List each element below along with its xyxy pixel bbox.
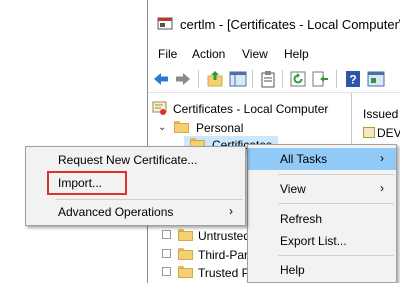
window-title: certlm - [Certificates - Local Computer\ [180, 17, 400, 32]
menu-separator [278, 255, 394, 256]
menu-file[interactable]: File [158, 47, 177, 61]
menu-separator [278, 203, 394, 204]
folder-icon [178, 248, 193, 260]
menu-bar: File Action View Help [148, 40, 400, 66]
menu-item-advanced-operations[interactable]: Advanced Operations › [26, 201, 245, 223]
title-bar[interactable]: certlm - [Certificates - Local Computer\ [148, 0, 400, 40]
annotation-highlight-box [47, 171, 127, 195]
all-tasks-submenu: Request New Certificate... Import... Adv… [25, 146, 246, 226]
toolbar: ? [148, 66, 400, 93]
tree-label-third-party: Third-Par [198, 248, 249, 262]
menu-item-view[interactable]: View › [248, 178, 396, 200]
back-arrow-icon[interactable] [152, 70, 170, 88]
folder-up-icon[interactable] [206, 70, 224, 88]
menu-separator [56, 199, 243, 200]
menu-item-export-list[interactable]: Export List... [248, 230, 396, 252]
menu-item-label: Export List... [280, 234, 347, 248]
menu-item-all-tasks[interactable]: All Tasks › [248, 148, 396, 170]
tree-label-root: Certificates - Local Computer [173, 102, 329, 116]
menu-item-label: Help [280, 263, 305, 277]
toolbar-separator [336, 70, 337, 88]
menu-item-request-new-certificate[interactable]: Request New Certificate... [26, 149, 245, 171]
menu-view[interactable]: View [242, 47, 268, 61]
toolbar-separator [282, 70, 283, 88]
column-header-issued-to[interactable]: Issued T [363, 107, 400, 121]
app-icon [157, 17, 173, 30]
export-icon[interactable] [311, 70, 329, 88]
forward-arrow-icon[interactable] [174, 70, 192, 88]
menu-item-label: Advanced Operations [58, 205, 174, 219]
chevron-right-icon: › [380, 181, 384, 195]
tree-label-trusted-people: Trusted P [198, 266, 250, 280]
refresh-icon[interactable] [289, 70, 307, 88]
certificate-icon [152, 101, 167, 115]
tree-label-untrusted: Untrusted [198, 229, 251, 243]
folder-icon [178, 266, 193, 278]
toolbar-separator [252, 70, 253, 88]
chevron-right-icon: › [229, 204, 233, 218]
toolbar-separator [198, 70, 199, 88]
properties-icon[interactable] [367, 70, 385, 88]
chevron-down-icon[interactable]: ⌄ [158, 122, 166, 133]
menu-item-label: Request New Certificate... [58, 153, 198, 167]
show-hide-tree-icon[interactable] [229, 70, 247, 88]
menu-action[interactable]: Action [192, 47, 225, 61]
clipboard-icon[interactable] [259, 70, 277, 88]
chevron-right-icon: › [380, 151, 384, 165]
svg-text:?: ? [349, 73, 356, 87]
chevron-right-icon[interactable] [162, 267, 171, 276]
tree-label-personal: Personal [196, 121, 244, 135]
help-icon[interactable]: ? [344, 70, 362, 88]
certificate-icon [363, 127, 375, 138]
menu-item-label: All Tasks [280, 152, 328, 166]
list-item[interactable]: DEV [363, 126, 400, 140]
menu-item-label: View [280, 182, 306, 196]
folder-icon [174, 121, 189, 133]
chevron-right-icon[interactable] [162, 230, 171, 239]
menu-item-help[interactable]: Help [248, 259, 396, 281]
context-menu: All Tasks › View › Refresh Export List..… [247, 144, 397, 283]
chevron-right-icon[interactable] [162, 249, 171, 258]
menu-separator [278, 174, 394, 175]
tree-item-root[interactable]: Certificates - Local Computer [152, 100, 352, 118]
menu-help[interactable]: Help [284, 47, 309, 61]
tree-item-personal[interactable]: ⌄ Personal [156, 119, 352, 137]
list-item-label: DEV [377, 126, 400, 140]
menu-item-label: Refresh [280, 212, 323, 226]
menu-item-refresh[interactable]: Refresh [248, 208, 396, 230]
folder-icon [178, 229, 193, 241]
